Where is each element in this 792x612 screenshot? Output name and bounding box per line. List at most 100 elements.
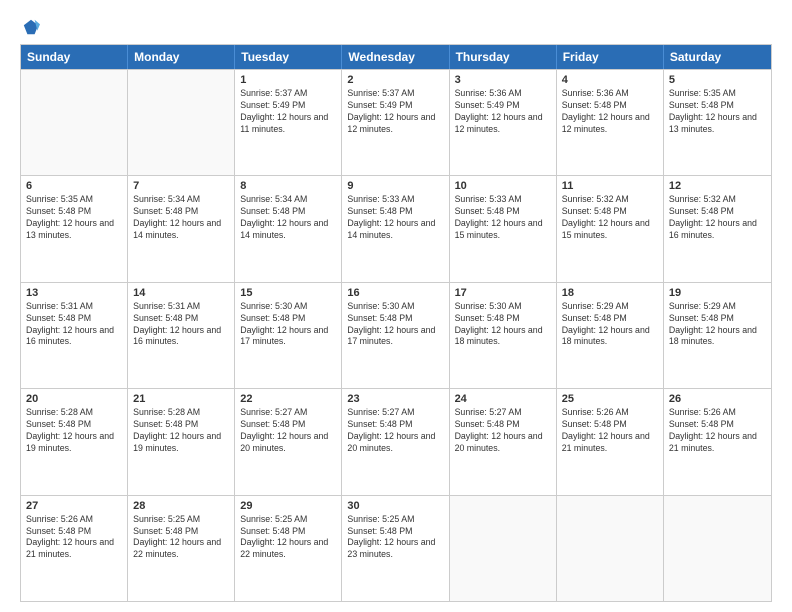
- cal-cell: 7 Sunrise: 5:34 AM Sunset: 5:48 PM Daylig…: [128, 176, 235, 281]
- col-header-tuesday: Tuesday: [235, 45, 342, 69]
- day-info: Sunrise: 5:32 AM Sunset: 5:48 PM Dayligh…: [562, 194, 658, 242]
- logo-icon: [22, 18, 40, 36]
- day-info: Sunrise: 5:34 AM Sunset: 5:48 PM Dayligh…: [133, 194, 229, 242]
- calendar-page: SundayMondayTuesdayWednesdayThursdayFrid…: [0, 0, 792, 612]
- cal-row-4: 20Sunrise: 5:28 AM Sunset: 5:48 PM Dayli…: [21, 388, 771, 494]
- day-info: Sunrise: 5:36 AM Sunset: 5:48 PM Dayligh…: [562, 88, 658, 136]
- day-info: Sunrise: 5:25 AM Sunset: 5:48 PM Dayligh…: [347, 514, 443, 562]
- calendar-body: 1 Sunrise: 5:37 AM Sunset: 5:49 PM Daylig…: [21, 69, 771, 601]
- col-header-wednesday: Wednesday: [342, 45, 449, 69]
- cal-cell: 18 Sunrise: 5:29 AM Sunset: 5:48 PM Dayli…: [557, 283, 664, 388]
- cal-cell: 26 Sunrise: 5:26 AM Sunset: 5:48 PM Dayli…: [664, 389, 771, 494]
- cal-cell: 15 Sunrise: 5:30 AM Sunset: 5:48 PM Dayli…: [235, 283, 342, 388]
- day-number: 19: [669, 287, 766, 299]
- cal-row-2: 6 Sunrise: 5:35 AM Sunset: 5:48 PM Daylig…: [21, 175, 771, 281]
- day-info: Sunrise: 5:28 AM Sunset: 5:48 PM Dayligh…: [26, 407, 122, 455]
- col-header-thursday: Thursday: [450, 45, 557, 69]
- day-number: 24: [455, 393, 551, 405]
- day-info: Sunrise: 5:31 AM Sunset: 5:48 PM Dayligh…: [133, 301, 229, 349]
- cal-row-1: 1 Sunrise: 5:37 AM Sunset: 5:49 PM Daylig…: [21, 69, 771, 175]
- cal-cell: 16 Sunrise: 5:30 AM Sunset: 5:48 PM Dayli…: [342, 283, 449, 388]
- day-info: Sunrise: 5:26 AM Sunset: 5:48 PM Dayligh…: [669, 407, 766, 455]
- day-info: Sunrise: 5:34 AM Sunset: 5:48 PM Dayligh…: [240, 194, 336, 242]
- cal-cell: 21Sunrise: 5:28 AM Sunset: 5:48 PM Dayli…: [128, 389, 235, 494]
- day-info: Sunrise: 5:25 AM Sunset: 5:48 PM Dayligh…: [240, 514, 336, 562]
- day-info: Sunrise: 5:37 AM Sunset: 5:49 PM Dayligh…: [240, 88, 336, 136]
- day-number: 17: [455, 287, 551, 299]
- cal-cell: 19 Sunrise: 5:29 AM Sunset: 5:48 PM Dayli…: [664, 283, 771, 388]
- cal-cell: 11Sunrise: 5:32 AM Sunset: 5:48 PM Dayli…: [557, 176, 664, 281]
- cal-cell: 24 Sunrise: 5:27 AM Sunset: 5:48 PM Dayli…: [450, 389, 557, 494]
- day-info: Sunrise: 5:35 AM Sunset: 5:48 PM Dayligh…: [669, 88, 766, 136]
- day-info: Sunrise: 5:27 AM Sunset: 5:48 PM Dayligh…: [455, 407, 551, 455]
- cal-cell: 25Sunrise: 5:26 AM Sunset: 5:48 PM Dayli…: [557, 389, 664, 494]
- cal-cell: 12 Sunrise: 5:32 AM Sunset: 5:48 PM Dayli…: [664, 176, 771, 281]
- cal-cell: 10 Sunrise: 5:33 AM Sunset: 5:48 PM Dayli…: [450, 176, 557, 281]
- col-header-friday: Friday: [557, 45, 664, 69]
- day-info: Sunrise: 5:29 AM Sunset: 5:48 PM Dayligh…: [562, 301, 658, 349]
- cal-cell: 14 Sunrise: 5:31 AM Sunset: 5:48 PM Dayli…: [128, 283, 235, 388]
- cal-row-5: 27 Sunrise: 5:26 AM Sunset: 5:48 PM Dayli…: [21, 495, 771, 601]
- day-number: 30: [347, 500, 443, 512]
- day-info: Sunrise: 5:33 AM Sunset: 5:48 PM Dayligh…: [347, 194, 443, 242]
- day-info: Sunrise: 5:26 AM Sunset: 5:48 PM Dayligh…: [562, 407, 658, 455]
- day-info: Sunrise: 5:30 AM Sunset: 5:48 PM Dayligh…: [347, 301, 443, 349]
- cal-cell: 29 Sunrise: 5:25 AM Sunset: 5:48 PM Dayli…: [235, 496, 342, 601]
- cal-cell: [21, 70, 128, 175]
- col-header-sunday: Sunday: [21, 45, 128, 69]
- day-info: Sunrise: 5:28 AM Sunset: 5:48 PM Dayligh…: [133, 407, 229, 455]
- cal-cell: 17 Sunrise: 5:30 AM Sunset: 5:48 PM Dayli…: [450, 283, 557, 388]
- cal-cell: 8 Sunrise: 5:34 AM Sunset: 5:48 PM Daylig…: [235, 176, 342, 281]
- calendar: SundayMondayTuesdayWednesdayThursdayFrid…: [20, 44, 772, 602]
- cal-cell: 3Sunrise: 5:36 AM Sunset: 5:49 PM Daylig…: [450, 70, 557, 175]
- day-number: 5: [669, 74, 766, 86]
- day-number: 12: [669, 180, 766, 192]
- day-number: 28: [133, 500, 229, 512]
- day-number: 27: [26, 500, 122, 512]
- day-info: Sunrise: 5:35 AM Sunset: 5:48 PM Dayligh…: [26, 194, 122, 242]
- cal-cell: 1 Sunrise: 5:37 AM Sunset: 5:49 PM Daylig…: [235, 70, 342, 175]
- cal-cell: [664, 496, 771, 601]
- day-info: Sunrise: 5:37 AM Sunset: 5:49 PM Dayligh…: [347, 88, 443, 136]
- header: [20, 18, 772, 36]
- cal-cell: 6 Sunrise: 5:35 AM Sunset: 5:48 PM Daylig…: [21, 176, 128, 281]
- cal-cell: 4 Sunrise: 5:36 AM Sunset: 5:48 PM Daylig…: [557, 70, 664, 175]
- cal-cell: 23Sunrise: 5:27 AM Sunset: 5:48 PM Dayli…: [342, 389, 449, 494]
- day-number: 2: [347, 74, 443, 86]
- day-number: 14: [133, 287, 229, 299]
- day-number: 13: [26, 287, 122, 299]
- cal-cell: [450, 496, 557, 601]
- day-number: 6: [26, 180, 122, 192]
- cal-cell: 28Sunrise: 5:25 AM Sunset: 5:48 PM Dayli…: [128, 496, 235, 601]
- day-number: 4: [562, 74, 658, 86]
- cal-cell: 22Sunrise: 5:27 AM Sunset: 5:48 PM Dayli…: [235, 389, 342, 494]
- day-info: Sunrise: 5:29 AM Sunset: 5:48 PM Dayligh…: [669, 301, 766, 349]
- day-number: 7: [133, 180, 229, 192]
- day-info: Sunrise: 5:33 AM Sunset: 5:48 PM Dayligh…: [455, 194, 551, 242]
- cal-cell: 5 Sunrise: 5:35 AM Sunset: 5:48 PM Daylig…: [664, 70, 771, 175]
- col-header-saturday: Saturday: [664, 45, 771, 69]
- day-info: Sunrise: 5:30 AM Sunset: 5:48 PM Dayligh…: [240, 301, 336, 349]
- calendar-header: SundayMondayTuesdayWednesdayThursdayFrid…: [21, 45, 771, 69]
- day-number: 26: [669, 393, 766, 405]
- day-number: 8: [240, 180, 336, 192]
- col-header-monday: Monday: [128, 45, 235, 69]
- day-number: 9: [347, 180, 443, 192]
- cal-cell: 27 Sunrise: 5:26 AM Sunset: 5:48 PM Dayli…: [21, 496, 128, 601]
- day-info: Sunrise: 5:27 AM Sunset: 5:48 PM Dayligh…: [240, 407, 336, 455]
- cal-cell: 20Sunrise: 5:28 AM Sunset: 5:48 PM Dayli…: [21, 389, 128, 494]
- day-number: 10: [455, 180, 551, 192]
- day-info: Sunrise: 5:32 AM Sunset: 5:48 PM Dayligh…: [669, 194, 766, 242]
- day-info: Sunrise: 5:30 AM Sunset: 5:48 PM Dayligh…: [455, 301, 551, 349]
- cal-cell: [557, 496, 664, 601]
- cal-row-3: 13 Sunrise: 5:31 AM Sunset: 5:48 PM Dayli…: [21, 282, 771, 388]
- day-number: 29: [240, 500, 336, 512]
- cal-cell: 2 Sunrise: 5:37 AM Sunset: 5:49 PM Daylig…: [342, 70, 449, 175]
- day-number: 1: [240, 74, 336, 86]
- cal-cell: [128, 70, 235, 175]
- day-number: 15: [240, 287, 336, 299]
- day-info: Sunrise: 5:26 AM Sunset: 5:48 PM Dayligh…: [26, 514, 122, 562]
- day-number: 16: [347, 287, 443, 299]
- day-info: Sunrise: 5:27 AM Sunset: 5:48 PM Dayligh…: [347, 407, 443, 455]
- day-number: 18: [562, 287, 658, 299]
